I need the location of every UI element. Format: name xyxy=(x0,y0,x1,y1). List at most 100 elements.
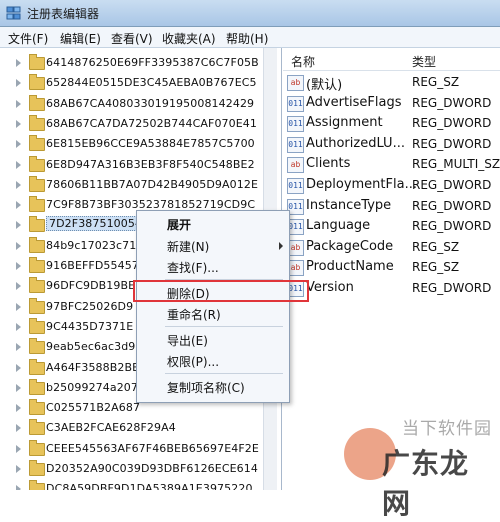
folder-icon xyxy=(29,175,45,192)
menu-item-permissions[interactable]: 权限(P)... xyxy=(167,353,219,370)
folder-icon xyxy=(29,216,45,233)
expand-arrow-icon[interactable] xyxy=(16,59,21,67)
value-type: REG_DWORD xyxy=(412,219,492,234)
watermark-logo: 当下软件园 广东龙网 xyxy=(344,414,494,520)
expand-arrow-icon[interactable] xyxy=(16,160,21,169)
expand-arrow-icon[interactable] xyxy=(16,140,21,149)
tree-item[interactable]: D20352A90C039D93DBF6126ECE614 xyxy=(0,459,276,479)
folder-icon xyxy=(29,338,45,355)
value-row[interactable]: 011 Assignment REG_DWORD xyxy=(283,114,500,134)
value-type: REG_SZ xyxy=(412,260,460,275)
binary-value-icon: 011 xyxy=(287,95,304,112)
column-header-type[interactable]: 类型 xyxy=(412,53,436,70)
tree-item-label: 84b9c17023c71 xyxy=(46,238,137,252)
tree-item[interactable]: 68AB67CA408033019195008142429 xyxy=(0,94,276,114)
value-row[interactable]: ab PackageCode REG_SZ xyxy=(283,238,500,258)
delete-highlight-box xyxy=(133,280,309,302)
menu-help[interactable]: 帮助(H) xyxy=(226,30,268,47)
expand-arrow-icon[interactable] xyxy=(16,221,21,230)
expand-arrow-icon[interactable] xyxy=(16,363,21,372)
menu-separator xyxy=(165,326,283,327)
value-type: REG_DWORD xyxy=(412,198,492,213)
menu-file[interactable]: 文件(F) xyxy=(8,30,48,47)
folder-icon xyxy=(29,297,45,314)
value-row[interactable]: ab (默认) REG_SZ xyxy=(283,73,500,93)
value-row[interactable]: 011 Version REG_DWORD xyxy=(283,279,500,299)
expand-arrow-icon[interactable] xyxy=(16,424,21,433)
title-bar: 注册表编辑器 xyxy=(0,0,500,27)
expand-arrow-icon[interactable] xyxy=(16,201,21,210)
value-list-header: 名称 类型 xyxy=(283,50,500,71)
menu-edit[interactable]: 编辑(E) xyxy=(60,30,101,47)
expand-arrow-icon[interactable] xyxy=(16,444,21,453)
value-name: AdvertiseFlags xyxy=(306,94,402,110)
menu-item-new[interactable]: 新建(N) xyxy=(167,238,209,255)
folder-icon xyxy=(29,155,45,172)
folder-icon xyxy=(29,399,45,416)
expand-arrow-icon[interactable] xyxy=(16,465,21,473)
tree-item-label: D20352A90C039D93DBF6126ECE614 xyxy=(46,462,258,475)
tree-item[interactable]: CEEE545563AF67F46BEB65697E4F2E xyxy=(0,439,276,459)
window-title: 注册表编辑器 xyxy=(27,7,100,21)
value-row[interactable]: 011 DeploymentFla... REG_DWORD xyxy=(283,176,500,196)
value-row[interactable]: ab ProductName REG_SZ xyxy=(283,258,500,278)
tree-item-label: 6E815EB96CCE9A53884E7857C5700 xyxy=(46,137,255,151)
folder-icon xyxy=(29,439,45,456)
value-name: Assignment xyxy=(306,115,383,131)
folder-icon xyxy=(29,358,45,375)
tree-item[interactable]: 6E8D947A316B3EB3F8F540C548BE2 xyxy=(0,155,276,175)
menu-item-find[interactable]: 查找(F)... xyxy=(167,259,219,276)
menu-view[interactable]: 查看(V) xyxy=(111,30,153,47)
tree-item-label: b25099274a207 xyxy=(46,380,139,394)
value-name: DeploymentFla... xyxy=(306,177,417,192)
menu-item-copy-key-name[interactable]: 复制项名称(C) xyxy=(167,379,245,396)
expand-arrow-icon[interactable] xyxy=(16,99,21,108)
value-type: REG_DWORD xyxy=(412,136,492,151)
value-name: (默认) xyxy=(306,78,343,93)
menu-bar: 文件(F) 编辑(E) 查看(V) 收藏夹(A) 帮助(H) xyxy=(0,27,500,48)
folder-icon xyxy=(29,460,45,476)
menu-item-rename[interactable]: 重命名(R) xyxy=(167,306,221,323)
menu-item-expand[interactable]: 展开 xyxy=(167,216,191,233)
value-type: REG_DWORD xyxy=(412,281,492,295)
value-name: ProductName xyxy=(306,259,394,275)
expand-arrow-icon[interactable] xyxy=(16,79,21,88)
tree-item[interactable]: 6E815EB96CCE9A53884E7857C5700 xyxy=(0,134,276,154)
column-header-name[interactable]: 名称 xyxy=(291,53,315,70)
folder-icon xyxy=(29,257,45,273)
expand-arrow-icon[interactable] xyxy=(16,119,21,128)
tree-item[interactable]: C3AEB2FCAE628F29A4 xyxy=(0,418,276,438)
menu-favorites[interactable]: 收藏夹(A) xyxy=(162,30,216,47)
expand-arrow-icon[interactable] xyxy=(16,404,21,413)
value-row[interactable]: ab Clients REG_MULTI_SZ xyxy=(283,155,500,175)
value-row[interactable]: 011 InstanceType REG_DWORD xyxy=(283,197,500,217)
value-row[interactable]: 011 AuthorizedLU... REG_DWORD xyxy=(283,135,500,155)
expand-arrow-icon[interactable] xyxy=(16,282,21,291)
menu-separator xyxy=(165,373,283,374)
expand-arrow-icon[interactable] xyxy=(16,383,21,392)
registry-editor-icon xyxy=(6,6,21,20)
expand-arrow-icon[interactable] xyxy=(16,302,21,311)
tree-item[interactable]: 78606B11BB7A07D42B4905D9A012E xyxy=(0,175,276,195)
folder-icon xyxy=(29,54,45,70)
tree-item[interactable]: 68AB67CA7DA72502B744CAF070E41 xyxy=(0,114,276,134)
value-row[interactable]: 011 Language REG_DWORD xyxy=(283,217,500,237)
value-row[interactable]: 011 AdvertiseFlags REG_DWORD xyxy=(283,94,500,114)
value-type: REG_DWORD xyxy=(412,178,492,192)
tree-item[interactable]: 652844E0515DE3C45AEBA0B767EC5 xyxy=(0,73,276,93)
expand-arrow-icon[interactable] xyxy=(16,241,21,250)
tree-item-label: 6414876250E69FF3395387C6C7F05B xyxy=(46,56,259,69)
expand-arrow-icon[interactable] xyxy=(16,485,21,490)
expand-arrow-icon[interactable] xyxy=(16,322,21,331)
folder-icon xyxy=(29,480,45,490)
expand-arrow-icon[interactable] xyxy=(16,262,21,270)
value-name: AuthorizedLU... xyxy=(306,135,405,151)
tree-item[interactable]: 6414876250E69FF3395387C6C7F05B xyxy=(0,53,276,73)
expand-arrow-icon[interactable] xyxy=(16,180,21,189)
tree-item[interactable]: DC8A59DBF9D1DA5389A1E3975220 xyxy=(0,479,276,490)
folder-icon xyxy=(29,236,45,253)
expand-arrow-icon[interactable] xyxy=(16,343,21,352)
menu-item-export[interactable]: 导出(E) xyxy=(167,332,208,349)
tree-item-label: C3AEB2FCAE628F29A4 xyxy=(46,421,176,435)
submenu-arrow-icon xyxy=(279,242,283,250)
